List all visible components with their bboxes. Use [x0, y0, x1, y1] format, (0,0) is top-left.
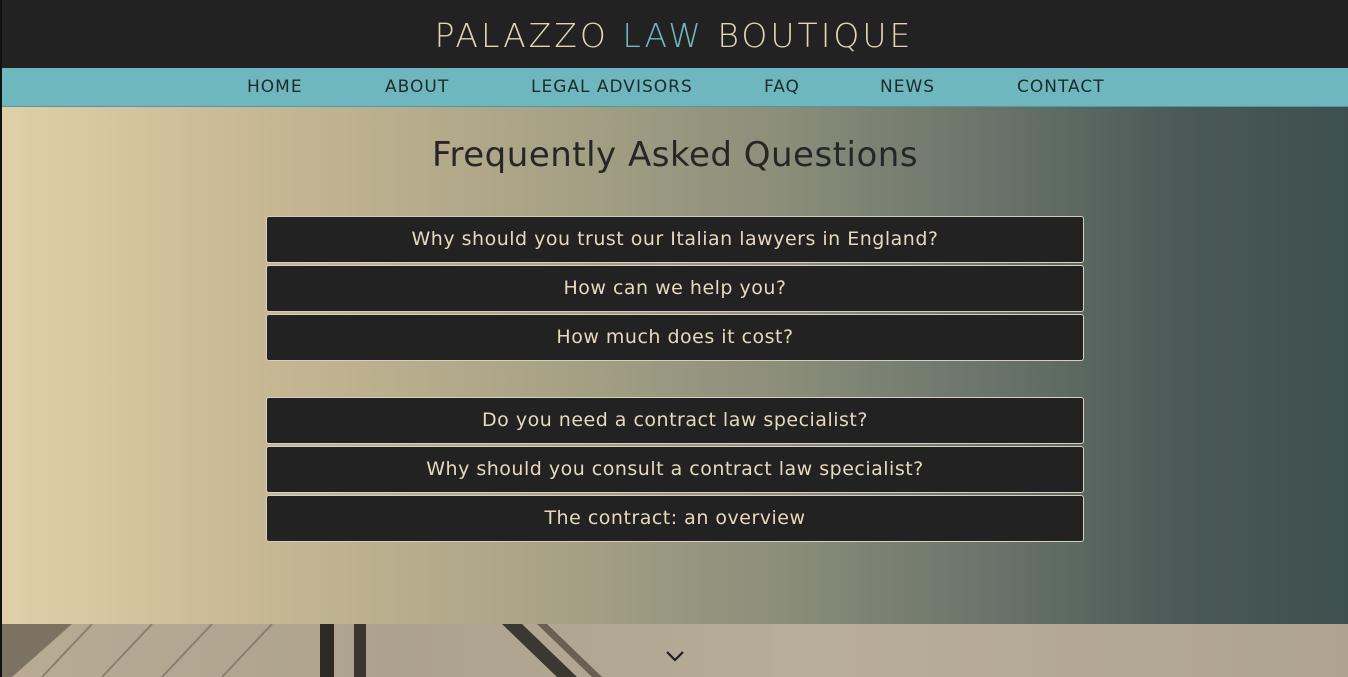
nav-item-contact[interactable]: CONTACT: [1017, 68, 1105, 106]
nav-item-about[interactable]: ABOUT: [385, 68, 449, 106]
page: PALAZZO LAW BOUTIQUE HOME ABOUT LEGAL AD…: [0, 0, 1348, 677]
brand-text-accent: LAW: [622, 15, 704, 55]
faq-question-how-much-cost[interactable]: How much does it cost?: [266, 314, 1084, 361]
site-header: PALAZZO LAW BOUTIQUE: [0, 0, 1348, 68]
nav-item-home[interactable]: HOME: [247, 68, 303, 106]
main-nav: HOME ABOUT LEGAL ADVISORS FAQ NEWS CONTA…: [2, 68, 1348, 107]
brand-text-2: BOUTIQUE: [703, 15, 914, 55]
chevron-down-icon: [666, 651, 684, 662]
faq-question-need-contract-specialist[interactable]: Do you need a contract law specialist?: [266, 397, 1084, 444]
faq-section: Frequently Asked Questions Why should yo…: [2, 107, 1348, 624]
faq-question-contract-overview[interactable]: The contract: an overview: [266, 495, 1084, 542]
nav-item-legal-advisors[interactable]: LEGAL ADVISORS: [531, 68, 693, 106]
nav-item-faq[interactable]: FAQ: [764, 68, 800, 106]
faq-question-why-consult-specialist[interactable]: Why should you consult a contract law sp…: [266, 446, 1084, 493]
background-photo: [2, 624, 1348, 677]
nav-item-news[interactable]: NEWS: [880, 68, 935, 106]
faq-question-how-can-we-help[interactable]: How can we help you?: [266, 265, 1084, 312]
brand-text-1: PALAZZO: [434, 15, 623, 55]
scroll-down-button[interactable]: [664, 648, 686, 664]
page-title: Frequently Asked Questions: [431, 135, 919, 175]
faq-question-trust-italian-lawyers[interactable]: Why should you trust our Italian lawyers…: [266, 216, 1084, 263]
window-edge: [0, 0, 2, 677]
site-logo[interactable]: PALAZZO LAW BOUTIQUE: [435, 16, 914, 55]
